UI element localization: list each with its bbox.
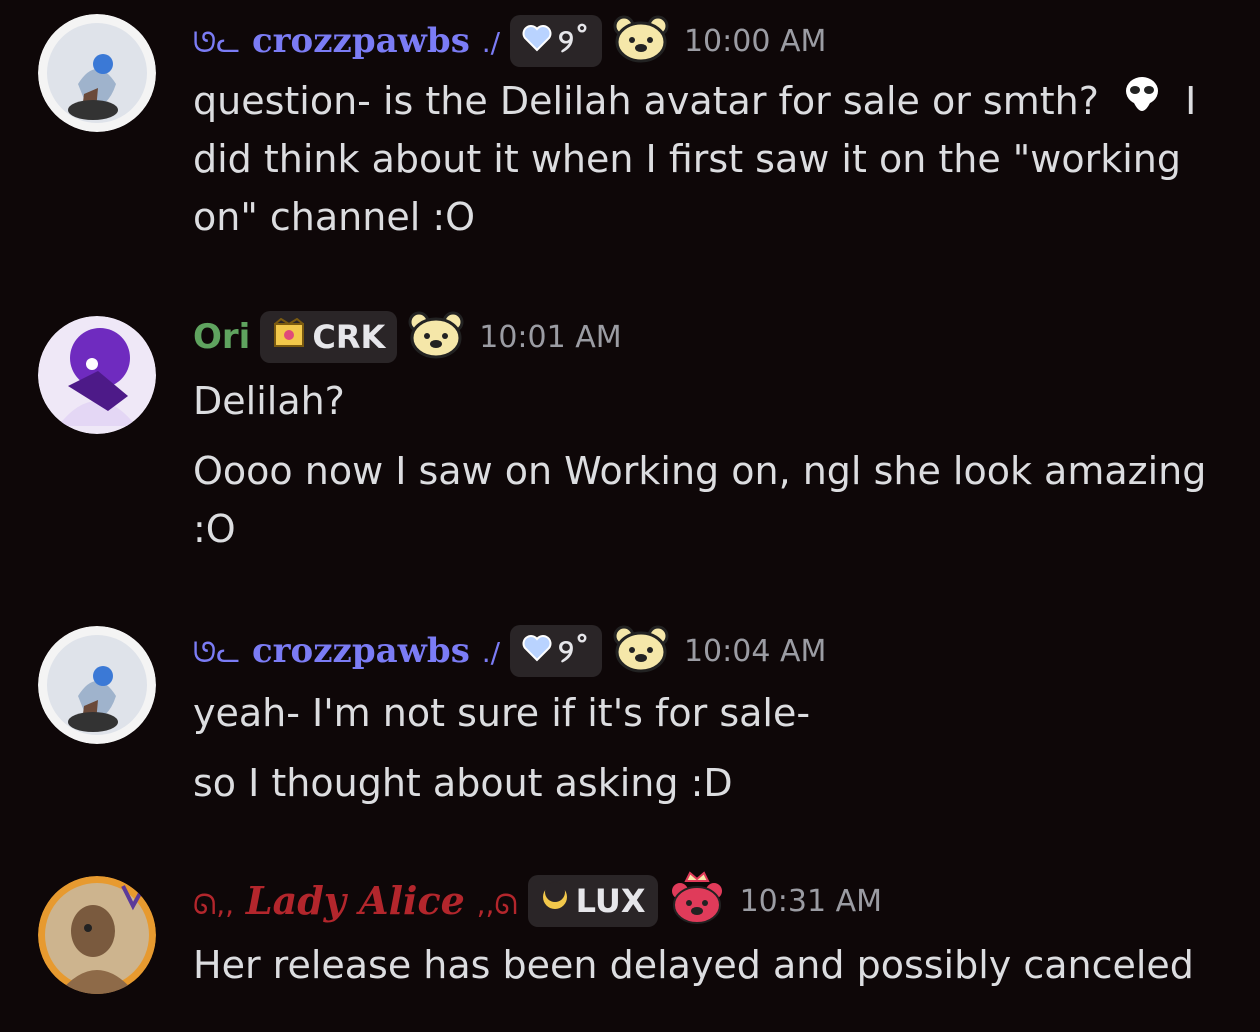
timestamp: 10:04 AM — [683, 633, 827, 669]
timestamp: 10:01 AM — [479, 319, 622, 355]
crowned-bear-icon — [668, 871, 726, 931]
username[interactable]: ᘎᓚ crozzpawbs ./ — [193, 634, 500, 668]
username[interactable]: ᘏ,, Lady Alice ,,ᘏ — [193, 882, 518, 920]
heart-icon — [522, 22, 552, 60]
avatar-crozzpawbs[interactable] — [38, 626, 156, 744]
avatar-crozzpawbs[interactable] — [38, 14, 156, 132]
crown-icon — [272, 317, 306, 356]
bear-face-icon — [612, 624, 670, 678]
message-text: question- is the Delilah avatar for sale… — [193, 72, 1196, 135]
username[interactable]: Ori — [193, 320, 250, 354]
avatar-lady-alice[interactable] — [38, 876, 156, 994]
username[interactable]: ᘎᓚ crozzpawbs ./ — [193, 24, 500, 58]
message-text: Delilah? — [193, 379, 345, 423]
bear-face-icon — [612, 14, 670, 68]
role-tag[interactable]: CRK — [260, 311, 398, 363]
ghost-emoji — [1119, 73, 1165, 135]
bear-face-icon — [407, 310, 465, 364]
message-header: ᘎᓚ crozzpawbs ./ ୨˚ 10:00 AM — [193, 12, 826, 70]
message-text: did think about it when I first saw it o… — [193, 137, 1181, 181]
moon-icon — [540, 882, 570, 920]
message-header: ᘏ,, Lady Alice ,,ᘏ LUX 10:31 AM — [193, 871, 882, 931]
message-header: ᘎᓚ crozzpawbs ./ ୨˚ 10:04 AM — [193, 622, 826, 680]
avatar-ori[interactable] — [38, 316, 156, 434]
role-tag[interactable]: LUX — [527, 875, 658, 927]
message-text: :O — [193, 507, 236, 551]
timestamp: 10:00 AM — [683, 23, 827, 59]
message-text: Oooo now I saw on Working on, ngl she lo… — [193, 449, 1207, 493]
message-text: on" channel :O — [193, 195, 476, 239]
message-text: Her release has been delayed and possibl… — [193, 943, 1194, 987]
role-tag[interactable]: ୨˚ — [510, 15, 602, 67]
role-tag[interactable]: ୨˚ — [510, 625, 602, 677]
timestamp: 10:31 AM — [739, 883, 882, 919]
message-header: Ori CRK 10:01 AM — [193, 308, 622, 366]
message-text: so I thought about asking :D — [193, 761, 733, 805]
message-text: yeah- I'm not sure if it's for sale- — [193, 691, 811, 735]
heart-icon — [522, 632, 552, 670]
